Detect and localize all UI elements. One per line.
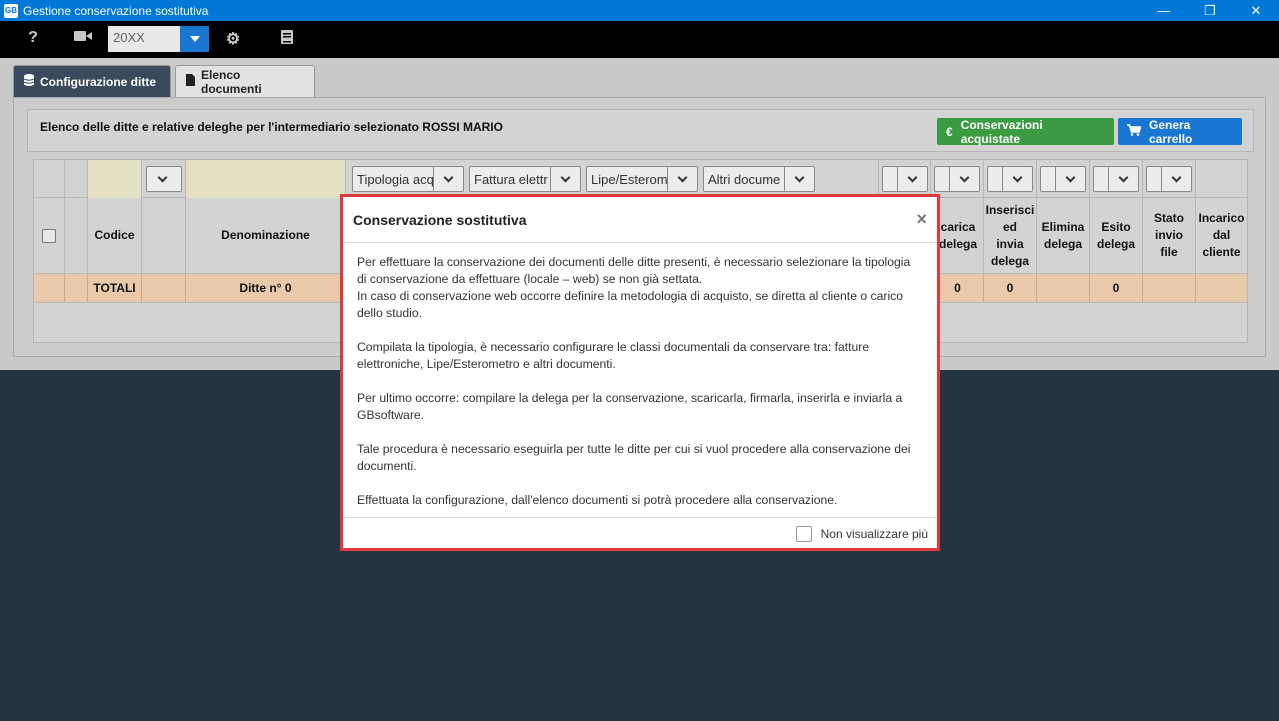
info-modal: Conservazione sostitutiva × Per effettua… [340, 194, 940, 551]
altri-filter[interactable]: Altri docume [703, 166, 815, 192]
fattura-filter[interactable]: Fattura elettr [469, 166, 581, 192]
button-label: Conservazioni acquistate [960, 117, 1043, 146]
modal-footer: Non visualizzare più [343, 517, 937, 550]
button-label: Genera carrello [1149, 117, 1193, 146]
header-stato-invio[interactable]: Stato invio file [1143, 198, 1196, 274]
tab-elenco-documenti[interactable]: Elenco documenti [175, 65, 315, 97]
video-icon[interactable] [72, 29, 94, 48]
chevron-down-icon[interactable] [550, 167, 580, 191]
filter-dropdown[interactable] [1146, 166, 1192, 192]
tipologia-filter[interactable]: Tipologia acq [352, 166, 464, 192]
modal-title: Conservazione sostitutiva [353, 211, 527, 228]
intermediary-info: Elenco delle ditte e relative deleghe pe… [40, 120, 503, 134]
toolbar: ? 20XX ⚙ [0, 21, 1279, 58]
filter-dropdown[interactable] [146, 166, 182, 192]
modal-paragraph: Per effettuare la conservazione dei docu… [357, 255, 911, 320]
header-elimina-delega[interactable]: Elimina delega [1037, 198, 1090, 274]
window-title: Gestione conservazione sostitutiva [23, 3, 209, 18]
dont-show-checkbox[interactable] [795, 526, 812, 542]
header-denominazione[interactable]: Denominazione [186, 198, 346, 274]
database-icon [23, 74, 35, 89]
lipe-filter[interactable]: Lipe/Esterom [586, 166, 698, 192]
header-inserisci-delega[interactable]: Inserisci ed invia delega [984, 198, 1037, 274]
book-icon[interactable] [276, 29, 298, 50]
cart-icon [1127, 124, 1142, 139]
dont-show-label[interactable]: Non visualizzare più [821, 527, 928, 541]
tab-configurazione-ditte[interactable]: Configurazione ditte [13, 65, 171, 97]
tab-label: Configurazione ditte [40, 74, 156, 89]
modal-paragraph: Effettuata la configurazione, dall'elenc… [357, 493, 838, 507]
totals-inserisci: 0 [984, 274, 1037, 302]
filter-dropdown[interactable] [987, 166, 1033, 192]
modal-paragraph: Per ultimo occorre: compilare la delega … [357, 391, 903, 422]
codice-filter[interactable] [88, 160, 142, 198]
filter-dropdown[interactable] [1040, 166, 1086, 192]
denominazione-filter[interactable] [186, 160, 346, 198]
conservazioni-acquistate-button[interactable]: € Conservazioni acquistate [937, 117, 1114, 146]
header-esito-delega[interactable]: Esito delega [1090, 198, 1143, 274]
close-icon[interactable]: × [916, 209, 927, 230]
document-icon [186, 74, 195, 89]
info-bar: Elenco delle ditte e relative deleghe pe… [27, 109, 1254, 152]
totals-esito: 0 [1090, 274, 1143, 302]
restore-button[interactable]: ❐ [1187, 0, 1233, 21]
chevron-down-icon[interactable] [784, 167, 814, 191]
tab-label: Elenco documenti [201, 67, 262, 96]
modal-header: Conservazione sostitutiva × [343, 197, 937, 243]
year-select[interactable]: 20XX [108, 26, 209, 52]
genera-carrello-button[interactable]: Genera carrello [1118, 117, 1242, 146]
modal-body: Per effettuare la conservazione dei docu… [343, 243, 937, 517]
minimize-button[interactable]: — [1141, 0, 1187, 21]
chevron-down-icon[interactable] [433, 167, 463, 191]
filter-dropdown[interactable] [882, 166, 928, 192]
totals-ditte: Ditte n° 0 [186, 274, 346, 302]
chevron-down-icon[interactable] [667, 167, 697, 191]
window-titlebar: GB Gestione conservazione sostitutiva — … [0, 0, 1279, 21]
euro-icon: € [946, 124, 953, 139]
help-icon[interactable]: ? [22, 29, 44, 47]
year-value[interactable]: 20XX [108, 26, 180, 52]
header-codice[interactable]: Codice [88, 198, 142, 274]
app-logo-icon: GB [4, 3, 18, 18]
modal-paragraph: Compilata la tipologia, è necessario con… [357, 340, 870, 371]
select-all-cell [34, 198, 65, 274]
gear-icon[interactable]: ⚙ [222, 29, 244, 49]
modal-paragraph: Tale procedura è necessario eseguirla pe… [357, 442, 911, 473]
select-all-checkbox[interactable] [42, 228, 56, 243]
filter-row: Tipologia acq Fattura elettr Lipe/Estero… [34, 160, 1247, 198]
header-incarico[interactable]: Incarico dal cliente [1196, 198, 1247, 274]
totals-label: TOTALI [88, 274, 142, 302]
close-window-button[interactable]: ✕ [1233, 0, 1279, 21]
chevron-down-icon[interactable] [180, 26, 209, 52]
filter-dropdown[interactable] [934, 166, 980, 192]
filter-dropdown[interactable] [1093, 166, 1139, 192]
